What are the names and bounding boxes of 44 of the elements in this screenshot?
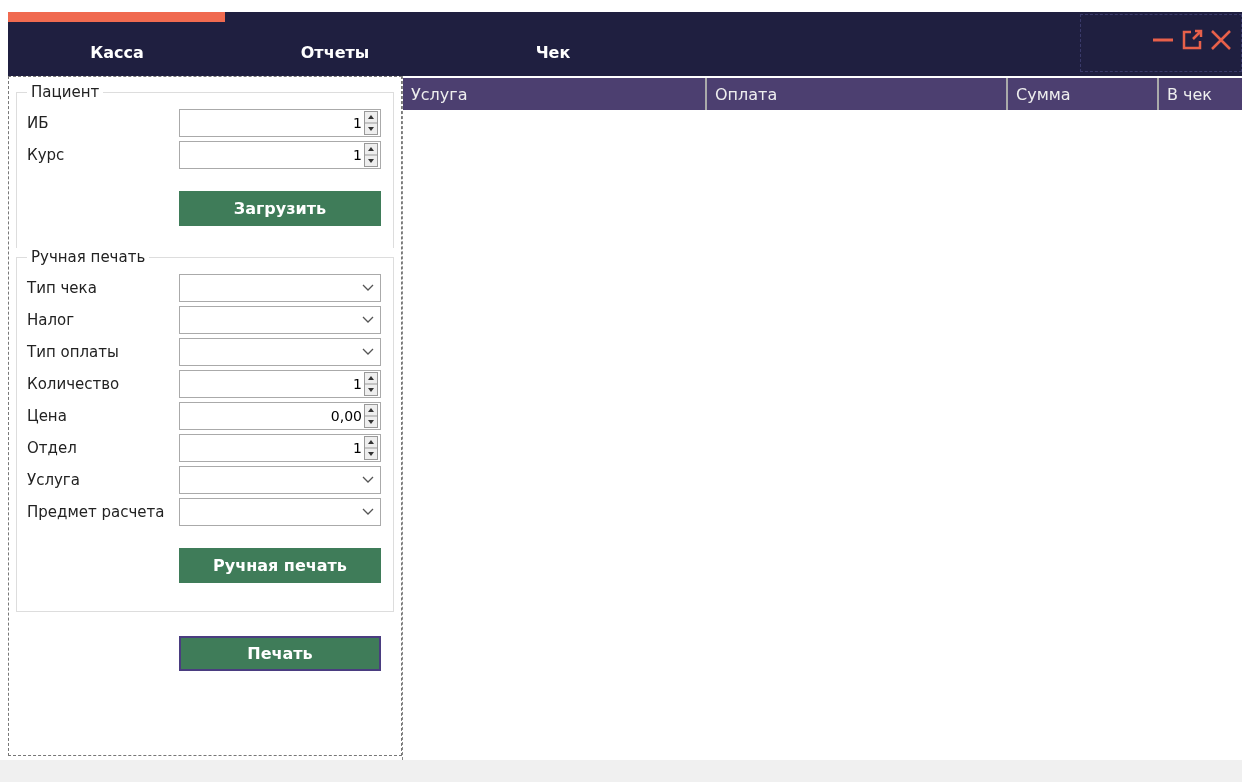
number-field[interactable]: 0,00 bbox=[179, 402, 381, 430]
field-label: Курс bbox=[27, 146, 66, 164]
action-button[interactable]: Загрузить bbox=[179, 191, 381, 226]
column-header[interactable]: В чек bbox=[1159, 78, 1242, 110]
field-label: Услуга bbox=[27, 471, 81, 489]
menu-tab[interactable]: Чек bbox=[444, 38, 662, 66]
menu-tab[interactable]: Касса bbox=[8, 38, 226, 66]
dropdown-field[interactable] bbox=[179, 498, 381, 526]
field-label: Тип чека bbox=[27, 279, 98, 297]
field-label: Цена bbox=[27, 407, 68, 425]
dropdown-field[interactable] bbox=[179, 338, 381, 366]
number-field[interactable]: 1 bbox=[179, 109, 381, 137]
field-label: Тип оплаты bbox=[27, 343, 120, 361]
group-title: Ручная печать bbox=[30, 248, 147, 266]
spinner-icon[interactable] bbox=[364, 143, 378, 167]
dropdown-field[interactable] bbox=[179, 306, 381, 334]
field-label: Налог bbox=[27, 311, 76, 329]
dropdown-field[interactable] bbox=[179, 466, 381, 494]
column-header[interactable]: Сумма bbox=[1008, 78, 1159, 110]
close-icon[interactable] bbox=[1209, 28, 1233, 52]
external-window-icon[interactable] bbox=[1180, 28, 1204, 52]
chevron-icon bbox=[362, 508, 374, 516]
action-button[interactable]: Ручная печать bbox=[179, 548, 381, 583]
chevron-icon bbox=[362, 476, 374, 484]
field-label: Предмет расчета bbox=[27, 503, 166, 521]
dropdown-field[interactable] bbox=[179, 274, 381, 302]
spinner-icon[interactable] bbox=[364, 111, 378, 135]
chevron-icon bbox=[362, 348, 374, 356]
field-label: Отдел bbox=[27, 439, 78, 457]
menu-tab[interactable]: Отчеты bbox=[226, 38, 444, 66]
column-header[interactable]: Оплата bbox=[707, 78, 1008, 110]
spinner-icon[interactable] bbox=[364, 404, 378, 428]
number-field[interactable]: 1 bbox=[179, 370, 381, 398]
field-label: Количество bbox=[27, 375, 121, 393]
spinner-icon[interactable] bbox=[364, 436, 378, 460]
print-button[interactable]: Печать bbox=[179, 636, 381, 671]
chevron-icon bbox=[362, 316, 374, 324]
number-field[interactable]: 1 bbox=[179, 141, 381, 169]
number-field[interactable]: 1 bbox=[179, 434, 381, 462]
column-header[interactable]: Услуга bbox=[403, 78, 707, 110]
field-label: ИБ bbox=[27, 114, 50, 132]
spinner-icon[interactable] bbox=[364, 372, 378, 396]
group-title: Пациент bbox=[30, 83, 101, 101]
chevron-icon bbox=[362, 284, 374, 292]
